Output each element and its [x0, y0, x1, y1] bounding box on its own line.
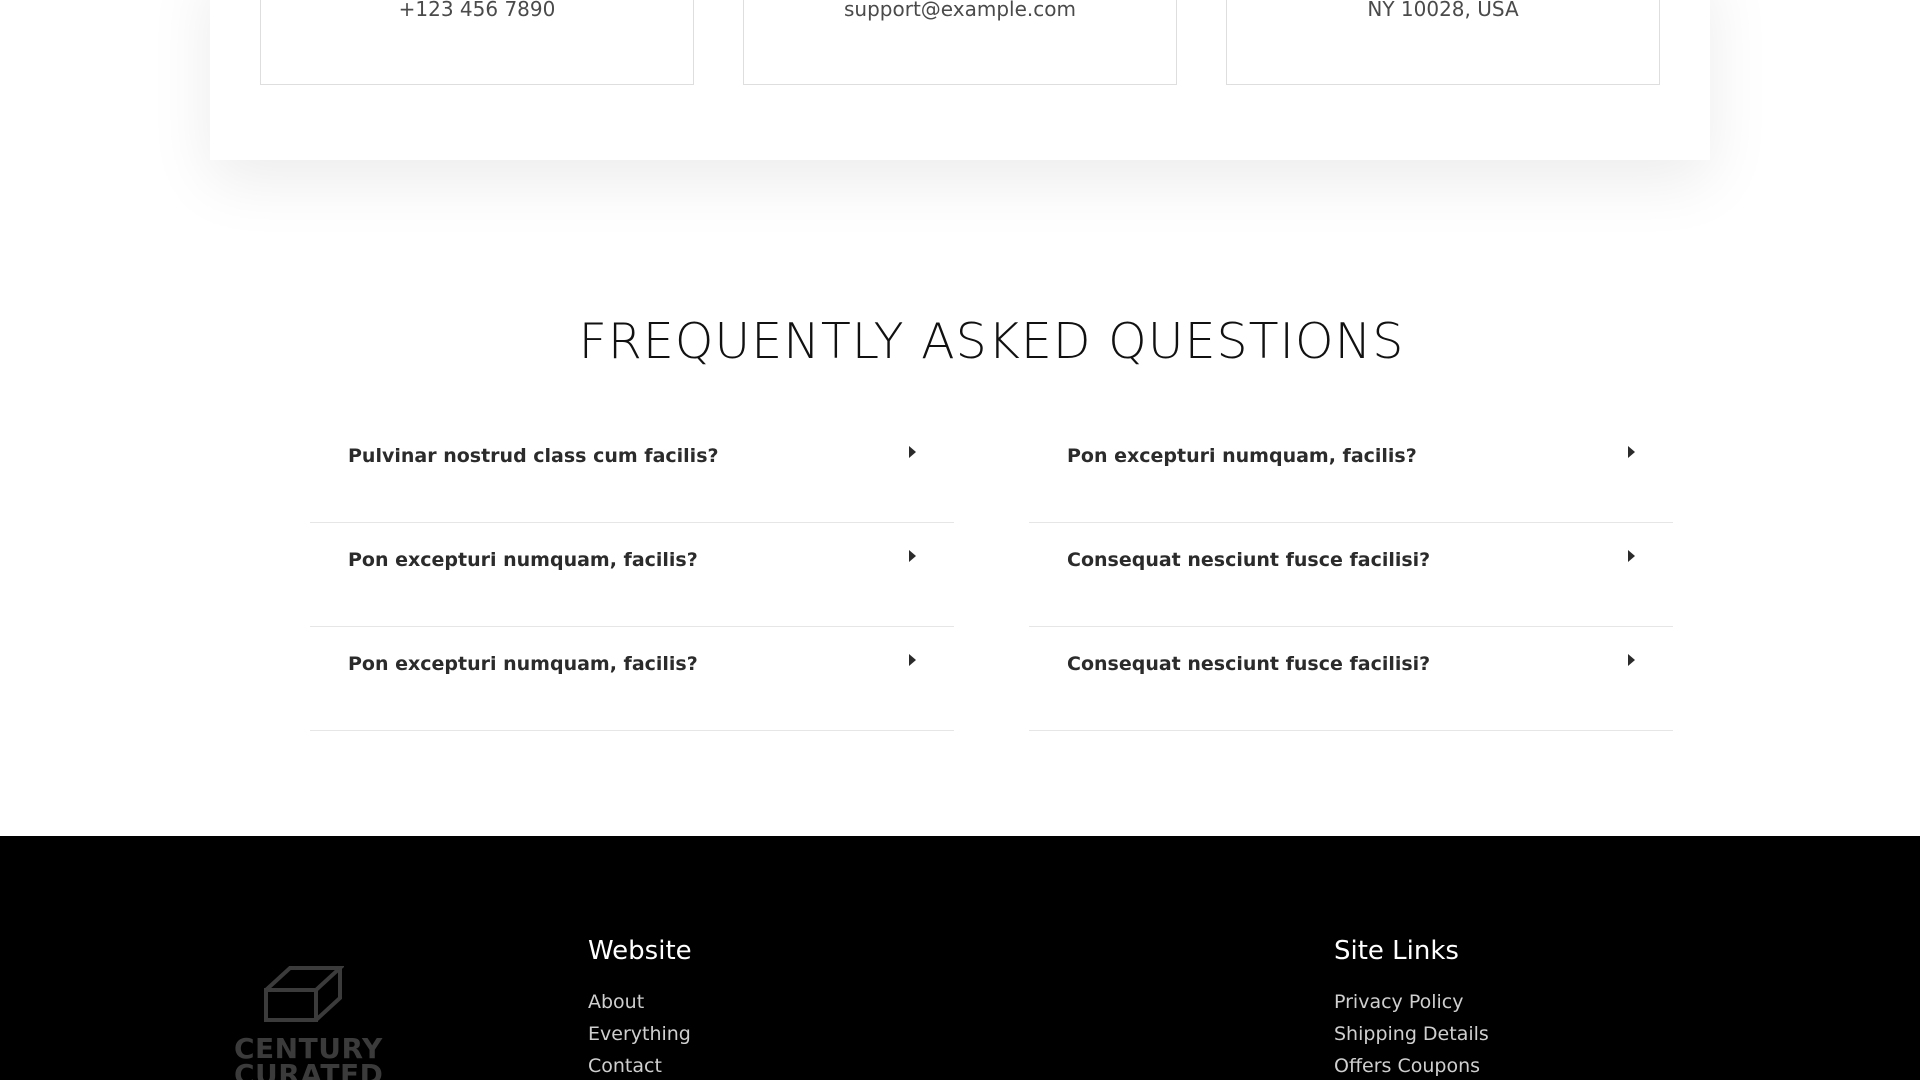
- email-address[interactable]: support@example.com: [744, 0, 1176, 19]
- caret-right-icon: [1628, 654, 1635, 666]
- caret-right-icon: [1628, 550, 1635, 562]
- faq-question: Pulvinar nostrud class cum facilis?: [348, 444, 719, 467]
- faq-question: Pon excepturi numquam, facilis?: [348, 548, 698, 571]
- phone-number[interactable]: +123 456 7890: [261, 0, 693, 19]
- faq-question: Pon excepturi numquam, facilis?: [348, 652, 698, 675]
- faq-question: Consequat nesciunt fusce facilisi?: [1067, 652, 1431, 675]
- faq-item[interactable]: Consequat nesciunt fusce facilisi?: [1029, 627, 1673, 731]
- caret-right-icon: [909, 446, 916, 458]
- contact-panel: +123 456 7890 support@example.com NY 100…: [210, 0, 1710, 160]
- caret-right-icon: [909, 654, 916, 666]
- caret-right-icon: [909, 550, 916, 562]
- postal-address: NY 10028, USA: [1367, 0, 1519, 21]
- faq-column-right: Pon excepturi numquam, facilis? Consequa…: [1029, 419, 1673, 731]
- footer-website-column: Website About Everything Contact: [588, 936, 692, 1080]
- brand-logo[interactable]: CENTURY CURATED: [234, 964, 384, 1080]
- faq-item[interactable]: Pulvinar nostrud class cum facilis?: [310, 419, 954, 523]
- faq-question: Pon excepturi numquam, facilis?: [1067, 444, 1417, 467]
- box-logo-icon: [264, 966, 344, 1022]
- footer-site-links-column: Site Links Privacy Policy Shipping Detai…: [1334, 936, 1489, 1080]
- footer-link-contact[interactable]: Contact: [588, 1050, 692, 1080]
- footer-link-about[interactable]: About: [588, 986, 692, 1018]
- logo-wordmark: CENTURY CURATED: [234, 1035, 384, 1080]
- logo-line-2: CURATED: [234, 1058, 384, 1080]
- faq-item[interactable]: Pon excepturi numquam, facilis?: [310, 627, 954, 731]
- contact-card-phone: +123 456 7890: [260, 0, 694, 85]
- faq-item[interactable]: Pon excepturi numquam, facilis?: [310, 523, 954, 627]
- footer-link-offers-coupons[interactable]: Offers Coupons: [1334, 1050, 1489, 1080]
- faq-column-left: Pulvinar nostrud class cum facilis? Pon …: [310, 419, 954, 731]
- faq-item[interactable]: Consequat nesciunt fusce facilisi?: [1029, 523, 1673, 627]
- faq-item[interactable]: Pon excepturi numquam, facilis?: [1029, 419, 1673, 523]
- faq-title: FREQUENTLY ASKED QUESTIONS: [578, 313, 1405, 370]
- footer-link-shipping-details[interactable]: Shipping Details: [1334, 1018, 1489, 1050]
- contact-card-address: NY 10028, USA: [1226, 0, 1660, 85]
- footer-link-everything[interactable]: Everything: [588, 1018, 692, 1050]
- footer-link-privacy-policy[interactable]: Privacy Policy: [1334, 986, 1489, 1018]
- site-footer: CENTURY CURATED Website About Everything…: [0, 836, 1920, 1080]
- faq-question: Consequat nesciunt fusce facilisi?: [1067, 548, 1431, 571]
- footer-site-links-heading: Site Links: [1334, 936, 1459, 966]
- contact-card-email: support@example.com: [743, 0, 1177, 85]
- footer-website-heading: Website: [588, 936, 692, 966]
- caret-right-icon: [1628, 446, 1635, 458]
